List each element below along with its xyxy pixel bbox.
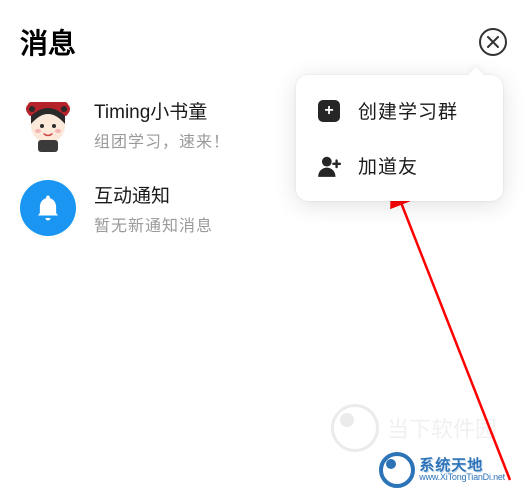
popover-label: 加道友	[358, 152, 418, 179]
add-friend-item[interactable]: 加道友	[296, 138, 503, 193]
bell-icon	[33, 193, 63, 223]
page-title: 消息	[20, 22, 76, 62]
character-avatar-icon	[20, 96, 76, 152]
watermark-ring-icon	[379, 452, 415, 488]
add-user-icon	[316, 153, 342, 179]
watermark-url: www.XiTongTianDi.net	[419, 473, 505, 482]
watermark-brand: 系统天地	[419, 458, 505, 473]
create-study-group-item[interactable]: + 创建学习群	[296, 83, 503, 138]
plus-square-icon: +	[316, 98, 342, 124]
close-button[interactable]	[479, 28, 507, 56]
popover-label: 创建学习群	[358, 97, 458, 124]
avatar	[20, 96, 76, 152]
avatar	[20, 180, 76, 236]
close-icon	[487, 36, 499, 48]
popover-menu: + 创建学习群 加道友	[296, 75, 503, 201]
watermark-badge: 系统天地 www.XiTongTianDi.net	[379, 452, 505, 488]
item-content: Timing小书童 组团学习，速来！	[94, 97, 230, 152]
item-subtitle: 组团学习，速来！	[94, 128, 230, 152]
header: 消息	[0, 0, 527, 72]
item-title: Timing小书童	[94, 97, 230, 124]
watermark-faint: 当下软件园	[331, 404, 497, 452]
item-title: 互动通知	[94, 181, 213, 208]
item-content: 互动通知 暂无新通知消息	[94, 181, 213, 236]
watermark-faint-text: 当下软件园	[387, 412, 497, 444]
item-subtitle: 暂无新通知消息	[94, 212, 213, 236]
